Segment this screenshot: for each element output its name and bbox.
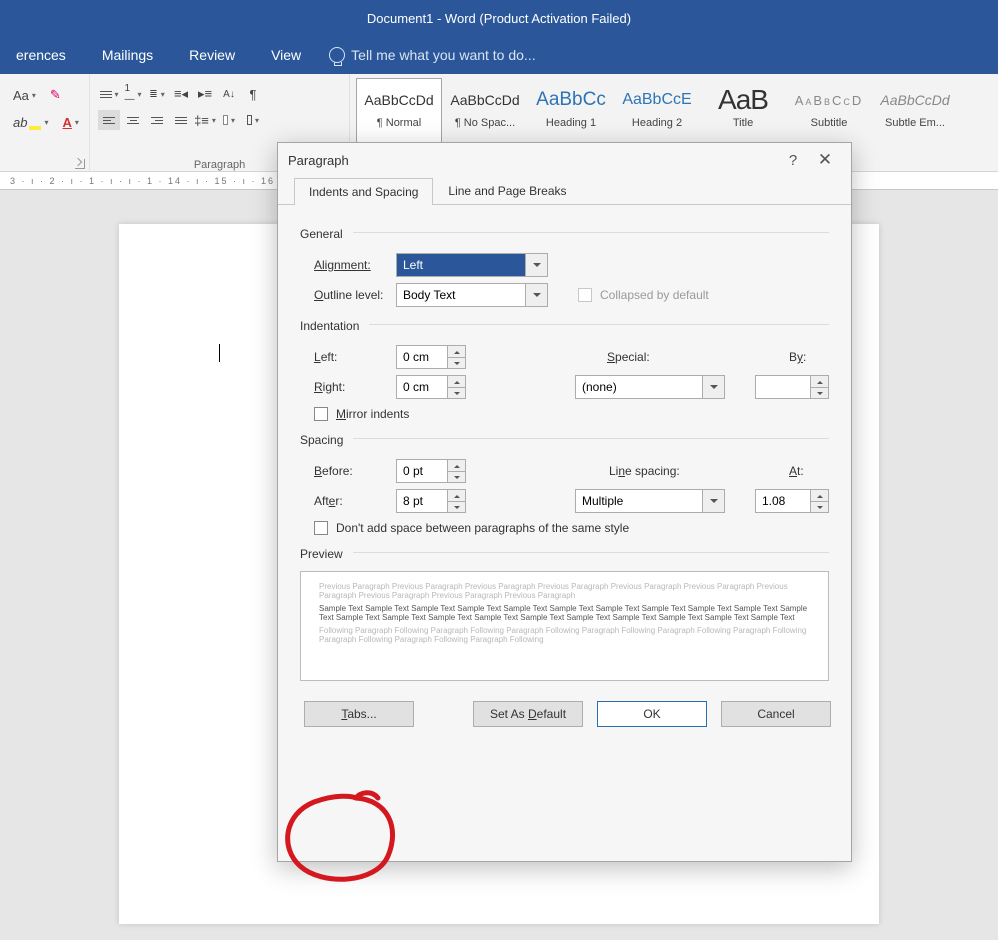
multilevel-button[interactable]: ≣▾ xyxy=(146,84,168,104)
special-combo[interactable] xyxy=(575,375,725,399)
chevron-down-icon[interactable] xyxy=(526,253,548,277)
spacing-section: Spacing Before: Line spacing: At: After:… xyxy=(300,433,829,535)
clear-formatting-button[interactable]: ✎ xyxy=(45,84,66,106)
preview-sample: Sample Text Sample Text Sample Text Samp… xyxy=(319,604,810,622)
at-label: At: xyxy=(789,464,829,478)
after-spinner[interactable] xyxy=(396,489,466,513)
indent-right-spinner[interactable] xyxy=(396,375,466,399)
tell-me-placeholder: Tell me what you want to do... xyxy=(351,47,535,63)
indentation-section: Indentation Left: Special: By: Right: Mi… xyxy=(300,319,829,421)
dialog-tabs: Indents and Spacing Line and Page Breaks xyxy=(278,177,851,205)
collapsed-checkbox: Collapsed by default xyxy=(578,288,709,302)
ruler-marks: 3 · ı · 2 · ı · 1 · ı · ı · 1 · 14 · ı ·… xyxy=(10,176,294,186)
general-heading: General xyxy=(300,227,343,241)
numbering-button[interactable]: 1—▾ xyxy=(122,84,144,104)
alignment-label: Alignment: xyxy=(300,258,390,272)
decrease-indent-button[interactable]: ≡◂ xyxy=(170,84,192,104)
preview-box: Previous Paragraph Previous Paragraph Pr… xyxy=(300,571,829,681)
tell-me-search[interactable]: Tell me what you want to do... xyxy=(329,47,535,63)
chevron-down-icon[interactable] xyxy=(703,489,725,513)
titlebar: Document1 - Word (Product Activation Fai… xyxy=(0,0,998,36)
shading-button[interactable]: ▾ xyxy=(218,110,240,130)
ok-button[interactable]: OK xyxy=(597,701,707,727)
tab-review[interactable]: Review xyxy=(181,41,243,69)
paragraph-dialog: Paragraph ? ✕ Indents and Spacing Line a… xyxy=(277,142,852,862)
highlight-button[interactable]: ab▾ xyxy=(8,112,53,133)
increase-indent-button[interactable]: ▸≡ xyxy=(194,84,216,104)
preview-previous: Previous Paragraph Previous Paragraph Pr… xyxy=(319,582,810,600)
borders-button[interactable]: ▾ xyxy=(242,110,264,130)
outline-level-combo[interactable] xyxy=(396,283,548,307)
style-tile--normal[interactable]: AaBbCcDd¶ Normal xyxy=(356,78,442,146)
style-tile-heading-1[interactable]: AaBbCcHeading 1 xyxy=(528,78,614,146)
special-label: Special: xyxy=(607,350,697,364)
text-cursor xyxy=(219,344,220,362)
general-section: General Alignment: OOutline level:utline… xyxy=(300,227,829,307)
spacing-heading: Spacing xyxy=(300,433,343,447)
preview-section: Preview Previous Paragraph Previous Para… xyxy=(300,547,829,681)
cancel-button[interactable]: Cancel xyxy=(721,701,831,727)
line-spacing-label: Line spacing: xyxy=(609,464,719,478)
mirror-indents-label: Mirror indents xyxy=(336,407,409,421)
indentation-heading: Indentation xyxy=(300,319,359,333)
chevron-down-icon[interactable] xyxy=(526,283,548,307)
preview-heading: Preview xyxy=(300,547,343,561)
tab-indents-spacing[interactable]: Indents and Spacing xyxy=(294,178,433,205)
after-label: After: xyxy=(300,494,390,508)
change-case-button[interactable]: Aa▾ xyxy=(8,85,41,106)
style-tile-title[interactable]: AaBTitle xyxy=(700,78,786,146)
font-launcher-icon[interactable] xyxy=(75,159,85,169)
tab-mailings[interactable]: Mailings xyxy=(94,41,161,69)
align-center-button[interactable] xyxy=(122,110,144,130)
close-button[interactable]: ✕ xyxy=(809,150,841,170)
chevron-down-icon[interactable] xyxy=(703,375,725,399)
line-spacing-combo[interactable] xyxy=(575,489,725,513)
collapsed-label: Collapsed by default xyxy=(600,288,709,302)
tab-line-page-breaks[interactable]: Line and Page Breaks xyxy=(433,177,581,204)
indent-right-label: Right: xyxy=(300,380,390,394)
ribbon-tabs: erences Mailings Review View Tell me wha… xyxy=(0,36,998,74)
dialog-titlebar[interactable]: Paragraph ? ✕ xyxy=(278,143,851,177)
set-as-default-button[interactable]: Set As Default xyxy=(473,701,583,727)
dont-add-space-checkbox[interactable]: Don't add space between paragraphs of th… xyxy=(300,521,829,535)
indent-left-spinner[interactable] xyxy=(396,345,466,369)
font-color-button[interactable]: A▾ xyxy=(57,112,83,133)
sort-button[interactable]: A↓ xyxy=(218,84,240,104)
alignment-combo[interactable] xyxy=(396,253,548,277)
indent-left-label: Left: xyxy=(300,350,390,364)
help-button[interactable]: ? xyxy=(777,152,809,169)
tab-view[interactable]: View xyxy=(263,41,309,69)
show-marks-button[interactable]: ¶ xyxy=(242,84,264,104)
style-tile-subtitle[interactable]: AaBbCcDSubtitle xyxy=(786,78,872,146)
line-spacing-button[interactable]: ‡≡▾ xyxy=(194,110,216,130)
lightbulb-icon xyxy=(329,47,345,63)
preview-following: Following Paragraph Following Paragraph … xyxy=(319,626,810,644)
dont-add-space-label: Don't add space between paragraphs of th… xyxy=(336,521,629,535)
tabs-button[interactable]: Tabs... xyxy=(304,701,414,727)
outline-level-label: OOutline level:utline level: xyxy=(300,288,390,302)
align-left-button[interactable] xyxy=(98,110,120,130)
mirror-indents-checkbox[interactable]: Mirror indents xyxy=(300,407,829,421)
style-tile--no-spac-[interactable]: AaBbCcDd¶ No Spac... xyxy=(442,78,528,146)
before-spinner[interactable] xyxy=(396,459,466,483)
dialog-title: Paragraph xyxy=(288,153,349,168)
dialog-buttons: Tabs... Set As Default OK Cancel xyxy=(278,687,851,741)
style-tile-heading-2[interactable]: AaBbCcEHeading 2 xyxy=(614,78,700,146)
style-tile-subtle-em-[interactable]: AaBbCcDdSubtle Em... xyxy=(872,78,958,146)
before-label: Before: xyxy=(300,464,390,478)
by-spinner[interactable] xyxy=(755,375,829,399)
by-label: By: xyxy=(789,350,829,364)
bullets-button[interactable]: ▾ xyxy=(98,84,120,104)
tab-references[interactable]: erences xyxy=(8,41,74,69)
justify-button[interactable] xyxy=(170,110,192,130)
at-spinner[interactable] xyxy=(755,489,829,513)
font-group: Aa▾ ✎ ab▾ A▾ xyxy=(0,74,90,172)
window-title: Document1 - Word (Product Activation Fai… xyxy=(367,11,631,26)
align-right-button[interactable] xyxy=(146,110,168,130)
